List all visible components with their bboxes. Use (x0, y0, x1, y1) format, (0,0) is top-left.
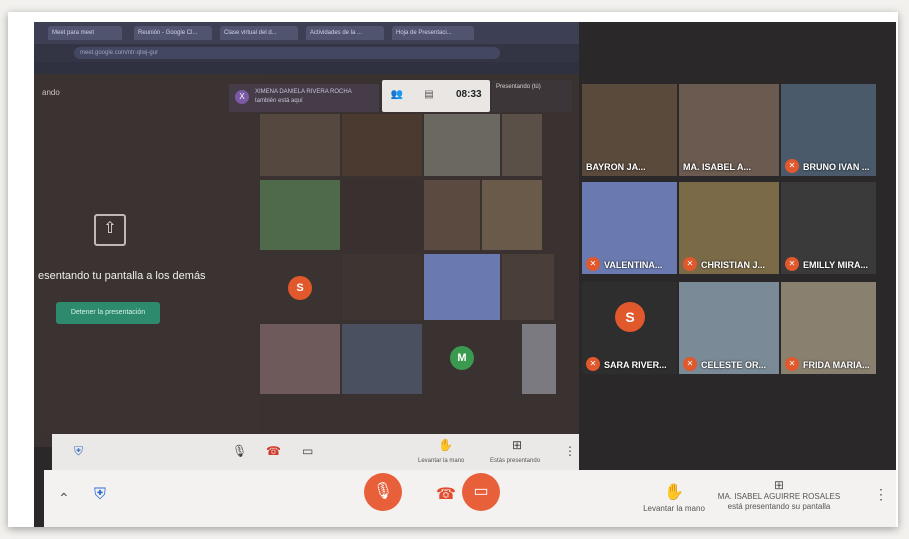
mic-off-icon: ✕ (785, 257, 799, 271)
video-tile (424, 114, 500, 176)
avatar: X (235, 90, 249, 104)
notification-sub: también está aquí (255, 98, 303, 104)
mic-off-icon: ✕ (683, 257, 697, 271)
video-tile (424, 180, 480, 250)
video-tile (260, 114, 340, 176)
inner-laptop-screen: Meet para meet Reunión - Google Cl... Cl… (34, 22, 579, 470)
video-tile: S (260, 254, 340, 320)
participant-name: MA. ISABEL A... (683, 162, 752, 172)
more-options-icon[interactable]: ⋮ (874, 486, 888, 503)
participant-tile: ✕ VALENTINA... (582, 182, 677, 274)
browser-tab[interactable]: Clase virtual del d... (220, 26, 298, 40)
raise-hand-button[interactable]: ✋ Levantar la mano (634, 482, 714, 513)
participant-name: SARA RIVER... (604, 360, 667, 370)
participant-name: BAYRON JA... (586, 162, 646, 172)
video-tile (482, 180, 542, 250)
inner-control-bar: ⛨ 🎙 ☎ ▭ ✋ Levantar la mano ⊞ Estás prese… (52, 434, 579, 470)
hangup-icon[interactable]: ☎ (266, 444, 281, 458)
present-icon[interactable]: ⊞ (512, 438, 522, 452)
video-tile (342, 324, 422, 394)
participant-tile: ✕ BRUNO IVAN ... (781, 84, 876, 176)
avatar: M (450, 346, 474, 370)
browser-tab[interactable]: Actividades de la ... (306, 26, 384, 40)
browser-tab[interactable]: Reunión - Google Cl... (134, 26, 212, 40)
people-icon[interactable]: 👥 (390, 88, 404, 102)
notification-name: XIMENA DANIELA RIVERA ROCHA (255, 89, 352, 95)
chevron-up-icon[interactable]: ⌃ (58, 490, 70, 507)
camera-icon[interactable]: ▭ (302, 444, 313, 458)
presenter-info[interactable]: ⊞ MA. ISABEL AGUIRRE ROSALES está presen… (714, 478, 844, 512)
browser-tabbar: Meet para meet Reunión - Google Cl... Cl… (34, 22, 579, 44)
video-tile: M (424, 324, 500, 394)
shield-icon[interactable]: ⛨ (94, 486, 110, 506)
raise-hand-label: Levantar la mano (643, 504, 705, 513)
video-tile (424, 254, 500, 320)
meeting-time: 08:33 (456, 89, 482, 100)
video-tile (342, 114, 422, 176)
browser-tab[interactable]: Meet para meet (48, 26, 122, 40)
participant-tile: MA. ISABEL A... (679, 84, 779, 176)
mic-off-icon: ✕ (586, 257, 600, 271)
mic-off-icon: ✕ (586, 357, 600, 371)
address-bar: meet.google.com/ntr-qtwj-gur (34, 44, 579, 62)
panel-title: ando (42, 88, 60, 97)
raise-hand-label: Levantar la mano (418, 458, 465, 464)
participant-name: CELESTE OR... (701, 360, 767, 370)
avatar: S (288, 276, 312, 300)
video-tile (342, 254, 422, 320)
participant-tile: ✕ FRIDA MARIA... (781, 282, 876, 374)
video-tile (342, 180, 422, 250)
stop-presenting-button[interactable]: Detener la presentación (56, 302, 160, 324)
video-tile (502, 114, 542, 176)
presenting-message: esentando tu pantalla a los demás (38, 270, 206, 282)
mic-off-icon: ✕ (785, 357, 799, 371)
camera-off-button[interactable]: ▭ (462, 473, 500, 511)
video-tile (260, 180, 340, 250)
url-field[interactable]: meet.google.com/ntr-qtwj-gur (74, 47, 500, 59)
present-up-icon: ⇧ (94, 214, 126, 246)
participant-name: CHRISTIAN J... (701, 260, 766, 270)
bookmarks-bar (34, 62, 579, 74)
presenting-badge: Presentando (tú) (492, 80, 572, 112)
chat-icon[interactable]: ▤ (422, 88, 436, 102)
video-tile (502, 254, 554, 320)
mic-off-icon: ✕ (785, 159, 799, 173)
meeting-info-bar: 👥 ▤ 08:33 (382, 80, 490, 112)
presenter-status: está presentando su pantalla (727, 502, 831, 511)
mic-off-icon: ✕ (683, 357, 697, 371)
presentation-panel: ando ⇧ esentando tu pantalla a los demás… (34, 74, 259, 434)
participant-name: BRUNO IVAN ... (803, 162, 870, 172)
participant-name: EMILLY MIRA... (803, 260, 869, 270)
participant-tile: ✕ EMILLY MIRA... (781, 182, 876, 274)
join-notification: X XIMENA DANIELA RIVERA ROCHA también es… (229, 84, 379, 112)
hangup-icon[interactable]: ☎ (436, 484, 456, 504)
hand-icon: ✋ (664, 484, 684, 501)
participant-name: FRIDA MARIA... (803, 360, 870, 370)
present-label: Estás presentando (490, 458, 541, 464)
monitor-screen: Meet para meet Reunión - Google Cl... Cl… (34, 22, 896, 527)
hand-icon[interactable]: ✋ (438, 438, 453, 452)
participant-tile: ✕ CELESTE OR... (679, 282, 779, 374)
more-options-icon[interactable]: ⋮ (564, 444, 576, 458)
present-icon: ⊞ (773, 478, 785, 492)
shield-icon[interactable]: ⛨ (74, 444, 83, 459)
presenter-name: MA. ISABEL AGUIRRE ROSALES (717, 492, 841, 501)
photo-frame: Meet para meet Reunión - Google Cl... Cl… (8, 12, 898, 527)
mic-off-button[interactable]: 🎙 (364, 473, 402, 511)
participant-tile: S ✕ SARA RIVER... (582, 282, 677, 374)
browser-tab[interactable]: Hoja de Presentaci... (392, 26, 474, 40)
avatar: S (615, 302, 645, 332)
video-tile (260, 324, 340, 394)
mic-icon[interactable]: 🎙 (232, 444, 247, 458)
participant-name: VALENTINA... (604, 260, 663, 270)
control-bar: ⌃ ⛨ 🎙 ☎ ▭ ✋ Levantar la mano ⊞ MA. ISABE… (44, 470, 896, 527)
video-tile (522, 324, 556, 394)
participant-tile: BAYRON JA... (582, 84, 677, 176)
participant-tile: ✕ CHRISTIAN J... (679, 182, 779, 274)
